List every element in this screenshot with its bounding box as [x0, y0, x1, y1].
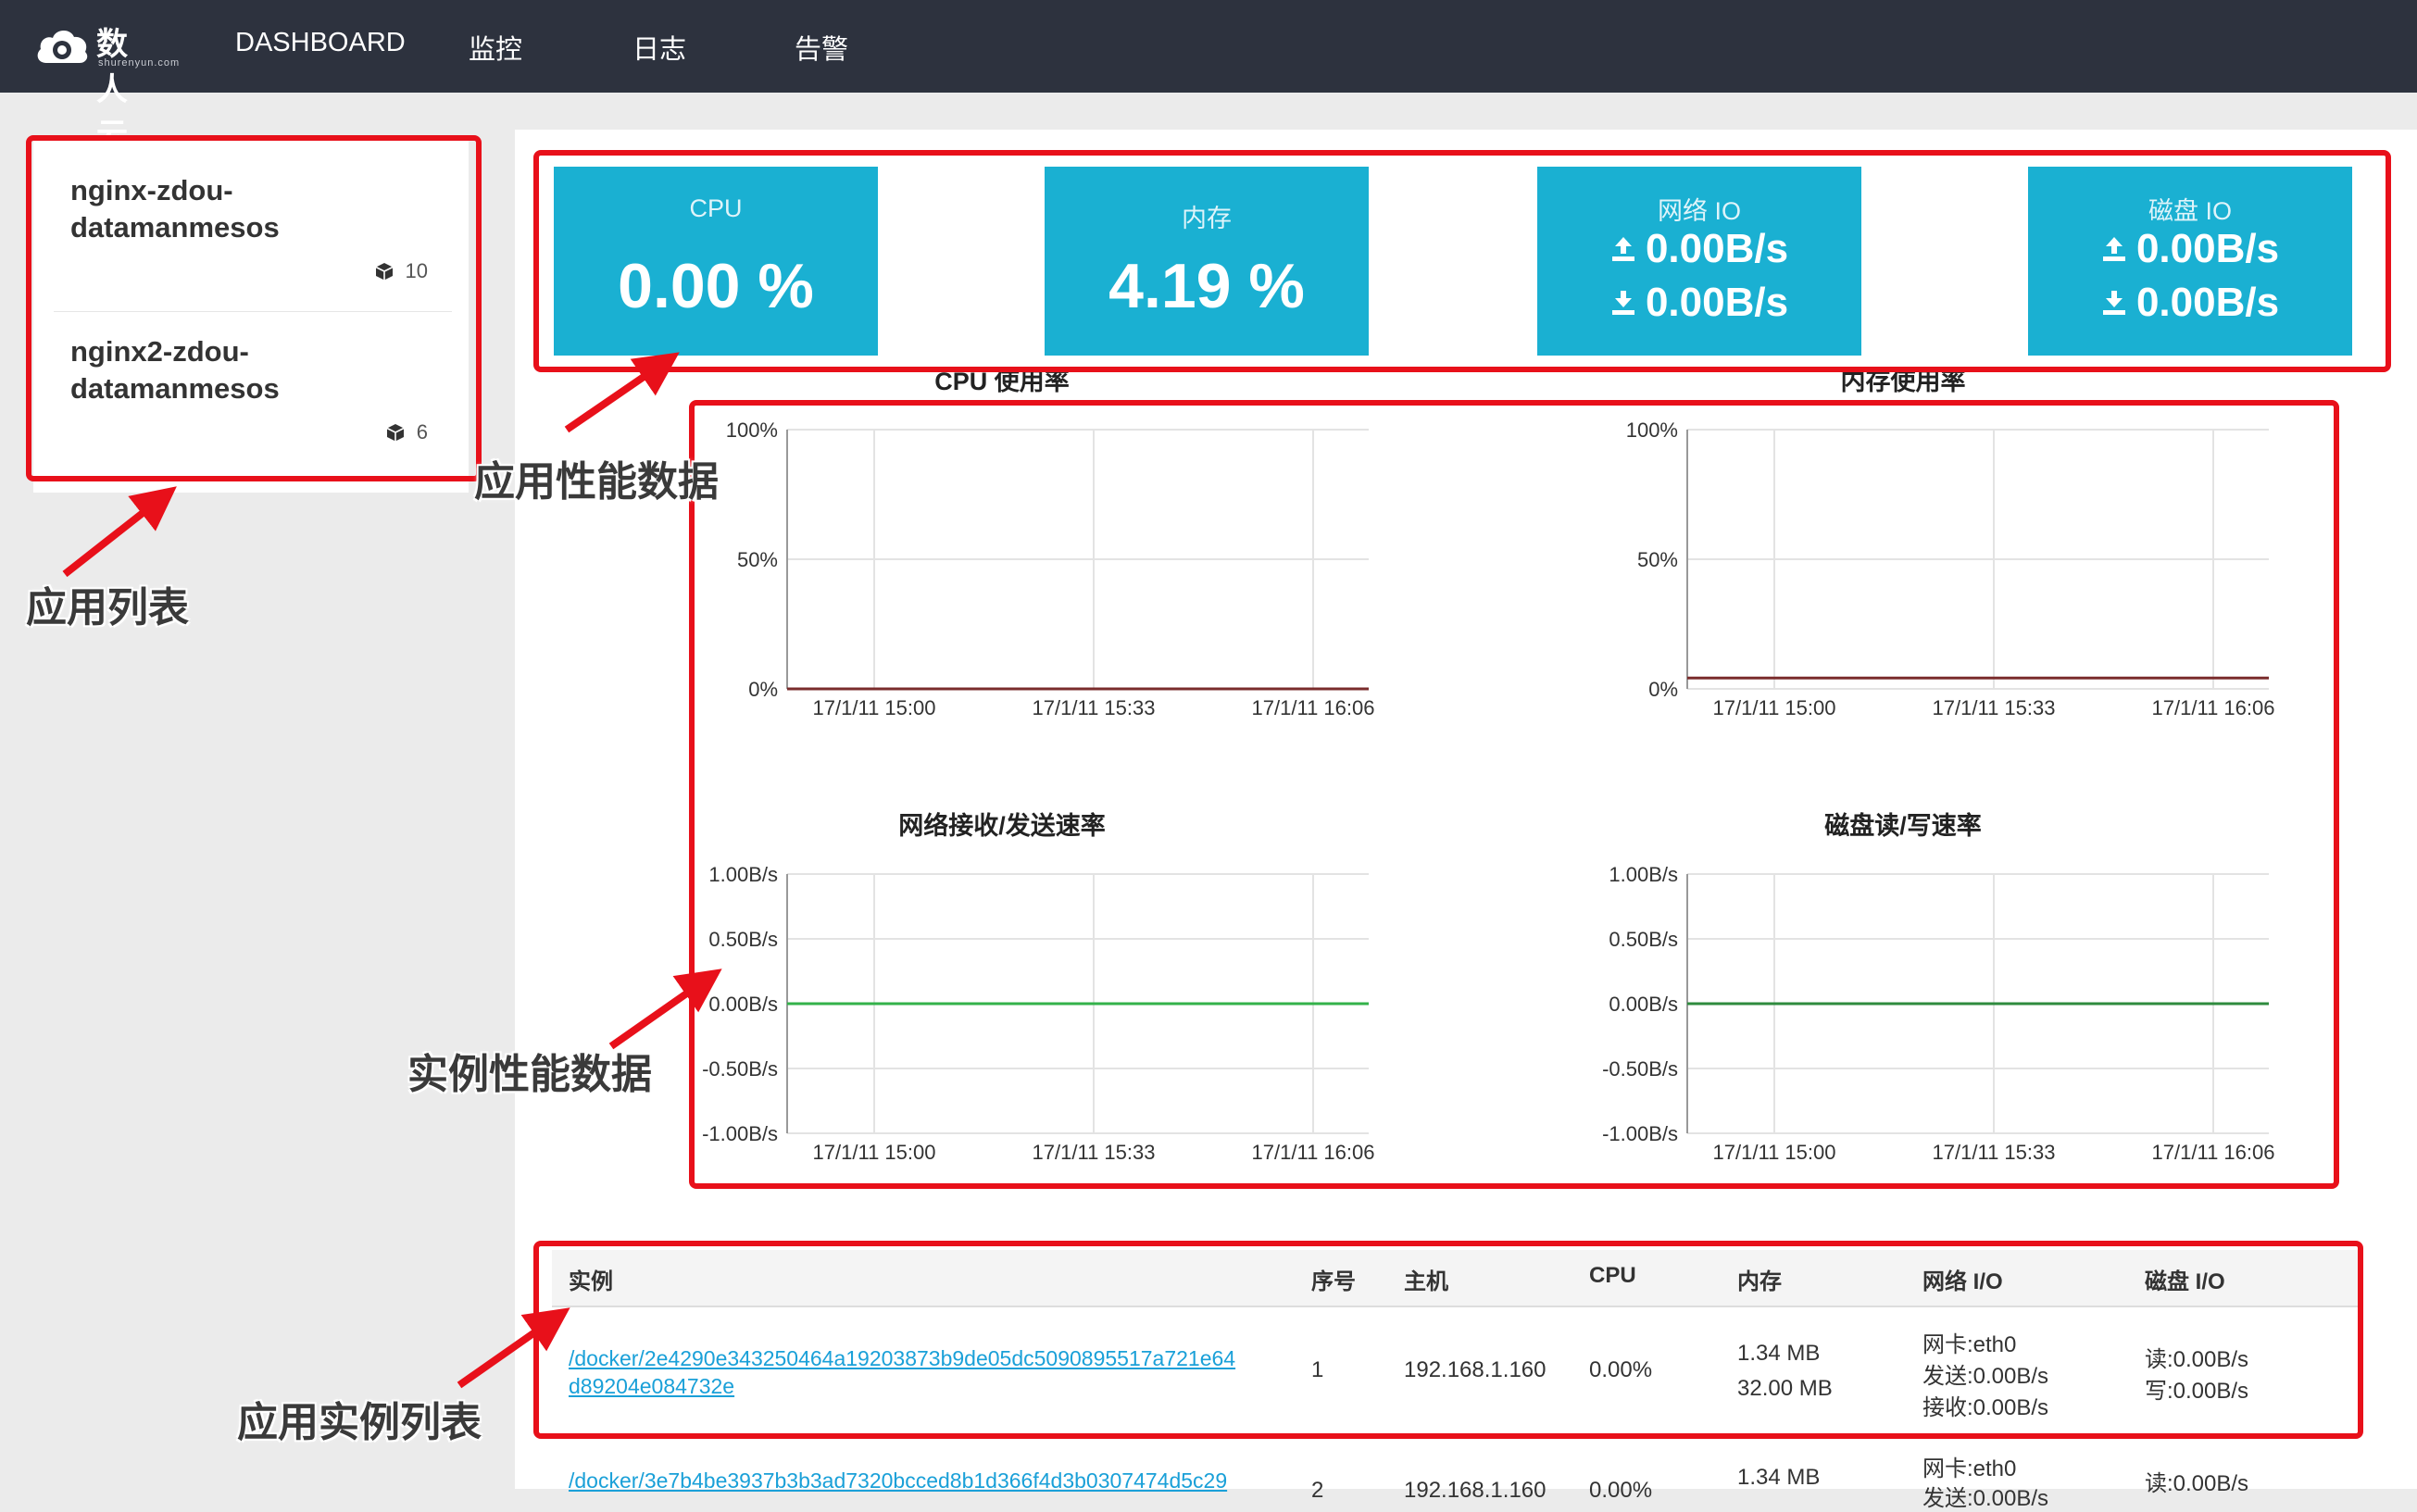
annotation-instance-list: 应用实例列表 — [237, 1400, 482, 1445]
chart-title-cpu: CPU 使用率 — [934, 368, 1070, 395]
cell-disk-read: 读:0.00B/s — [2145, 1471, 2249, 1496]
instance-link-line1: /docker/3e7b4be3937b3b3ad7320bcced8b1d36… — [569, 1468, 1228, 1493]
cell-mem-used: 1.34 MB — [1737, 1465, 1821, 1490]
cell-net-iface: 网卡:eth0 — [1922, 1456, 2017, 1481]
annotation-app-list: 应用列表 — [26, 585, 189, 631]
logo-text: 数人云 — [96, 26, 129, 154]
col-network-io: 网络 I/O — [1922, 1269, 2003, 1294]
arrow — [62, 486, 177, 578]
network-io-stat-card: 网络 IO 0.00B/s 0.00B/s — [1537, 167, 1861, 356]
stat-title: 网络 IO — [1657, 197, 1741, 225]
memory-stat-card: 内存 4.19 % — [1045, 167, 1369, 356]
cell-mem-limit: 32.00 MB — [1737, 1376, 1833, 1401]
disk-io-stat-card: 磁盘 IO 0.00B/s 0.00B/s — [2028, 167, 2352, 356]
cell-host: 192.168.1.160 — [1404, 1357, 1547, 1382]
app-list-item[interactable]: nginx2-zdou-datamanmesos 6 — [33, 300, 469, 457]
cell-host: 192.168.1.160 — [1404, 1478, 1547, 1503]
annotation-instance-perf: 实例性能数据 — [407, 1052, 652, 1097]
instance-table-header: 实例 序号 主机 CPU 内存 网络 I/O 磁盘 I/O — [552, 1250, 2358, 1307]
instance-link-line2: d89204e084732e — [569, 1374, 735, 1398]
chart-title-network: 网络接收/发送速率 — [898, 812, 1106, 840]
instance-link[interactable]: /docker/2e4290e343250464a19203873b9de05d… — [569, 1344, 1235, 1400]
col-cpu: CPU — [1589, 1263, 1636, 1288]
cell-index: 1 — [1311, 1357, 1324, 1382]
logo[interactable]: 数人云 shurenyun.com — [33, 19, 179, 154]
col-instance: 实例 — [569, 1269, 613, 1294]
stat-value: 4.19 % — [1108, 251, 1305, 321]
app-name: nginx2-zdou-datamanmesos — [70, 335, 280, 405]
instance-count: 10 — [374, 259, 428, 283]
logo-subtext: shurenyun.com — [98, 57, 181, 69]
io-download-line: 0.00B/s — [1537, 280, 1861, 326]
stat-value: 0.00 % — [618, 251, 814, 321]
row-divider — [552, 1437, 2358, 1438]
col-disk-io: 磁盘 I/O — [2145, 1269, 2225, 1294]
upload-icon — [1611, 237, 1634, 261]
cube-icon — [386, 424, 405, 442]
cloud-logo-icon — [37, 30, 88, 63]
io-upload-value: 0.00B/s — [2135, 226, 2280, 271]
instance-link[interactable]: /docker/3e7b4be3937b3b3ad7320bcced8b1d36… — [569, 1467, 1227, 1494]
app-name: nginx-zdou-datamanmesos — [70, 174, 280, 244]
io-upload-line: 0.00B/s — [1537, 226, 1861, 272]
annotation-app-perf: 应用性能数据 — [474, 459, 719, 505]
nav-logs[interactable]: 日志 — [632, 28, 686, 67]
stat-title: 磁盘 IO — [2148, 197, 2232, 225]
cell-net-recv: 接收:0.00B/s — [1922, 1395, 2049, 1420]
top-navbar: 数人云 shurenyun.com DASHBOARD 监控 日志 告警 — [0, 0, 2417, 154]
app-list: nginx-zdou-datamanmesos 10 nginx2-zdou-d… — [33, 139, 469, 493]
cell-disk-read: 读:0.00B/s — [2145, 1347, 2249, 1372]
instance-count-value: 10 — [405, 259, 428, 282]
cell-net-iface: 网卡:eth0 — [1922, 1332, 2017, 1357]
cell-net-send: 发送:0.00B/s — [1922, 1364, 2049, 1389]
io-upload-line: 0.00B/s — [2028, 226, 2352, 272]
chart-title-memory: 内存使用率 — [1840, 368, 1966, 395]
app-list-item[interactable]: nginx-zdou-datamanmesos 10 — [33, 139, 469, 312]
download-icon — [1611, 291, 1634, 315]
nav-monitor[interactable]: 监控 — [469, 28, 522, 67]
io-download-value: 0.00B/s — [1645, 280, 1789, 325]
instance-count-value: 6 — [416, 420, 428, 444]
cell-disk-write: 写:0.00B/s — [2145, 1379, 2249, 1404]
nav-dashboard[interactable]: DASHBOARD — [235, 28, 406, 58]
download-icon — [2102, 291, 2125, 315]
stat-title: 内存 — [1182, 205, 1232, 232]
chart-title-disk: 磁盘读/写速率 — [1824, 812, 1982, 840]
io-upload-value: 0.00B/s — [1645, 226, 1789, 271]
cube-icon — [375, 263, 393, 281]
cell-index: 2 — [1311, 1478, 1324, 1503]
io-download-line: 0.00B/s — [2028, 280, 2352, 326]
col-index: 序号 — [1311, 1269, 1356, 1294]
cell-net-send: 发送:0.00B/s — [1922, 1486, 2049, 1511]
cell-cpu: 0.00% — [1589, 1357, 1653, 1382]
instance-count: 6 — [385, 420, 428, 444]
nav-alerts[interactable]: 告警 — [795, 28, 848, 67]
col-host: 主机 — [1404, 1269, 1448, 1294]
instance-link-line1: /docker/2e4290e343250464a19203873b9de05d… — [569, 1346, 1236, 1370]
col-memory: 内存 — [1737, 1269, 1782, 1294]
cpu-stat-card: CPU 0.00 % — [554, 167, 878, 356]
cell-cpu: 0.00% — [1589, 1478, 1653, 1503]
stat-title: CPU — [689, 194, 743, 222]
io-download-value: 0.00B/s — [2135, 280, 2280, 325]
cell-mem-used: 1.34 MB — [1737, 1341, 1821, 1366]
upload-icon — [2102, 237, 2125, 261]
